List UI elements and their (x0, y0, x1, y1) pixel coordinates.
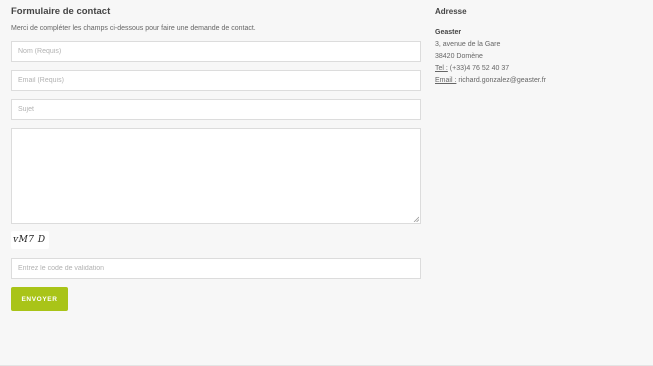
email-line: Email : richard.gonzalez@geaster.fr (435, 76, 635, 86)
phone-label: Tel : (435, 65, 448, 72)
email-label: Email : (435, 77, 457, 84)
captcha-image: ᴠM7 D (11, 231, 49, 249)
city-address: 38420 Domène (435, 53, 483, 60)
contact-form: Formulaire de contact Merci de compléter… (11, 6, 421, 311)
address-title: Adresse (435, 7, 467, 16)
address-block: Adresse Geaster 3, avenue de la Gare 384… (435, 6, 635, 86)
street-address: 3, avenue de la Gare (435, 41, 501, 48)
message-textarea[interactable] (11, 128, 421, 224)
subject-input[interactable] (11, 99, 421, 120)
submit-button[interactable]: ENVOYER (11, 287, 68, 311)
form-intro-text: Merci de compléter les champs ci-dessous… (11, 25, 256, 32)
form-title: Formulaire de contact (11, 6, 111, 17)
message-wrapper (11, 128, 421, 224)
phone-value[interactable]: (+33)4 76 52 40 37 (448, 65, 509, 72)
name-input[interactable] (11, 41, 421, 62)
company-name: Geaster (435, 29, 462, 36)
email-input[interactable] (11, 70, 421, 91)
email-value[interactable]: richard.gonzalez@geaster.fr (456, 77, 546, 84)
validation-code-input[interactable] (11, 258, 421, 279)
resize-handle-icon[interactable] (413, 216, 419, 222)
phone-line: Tel : (+33)4 76 52 40 37 (435, 64, 635, 74)
